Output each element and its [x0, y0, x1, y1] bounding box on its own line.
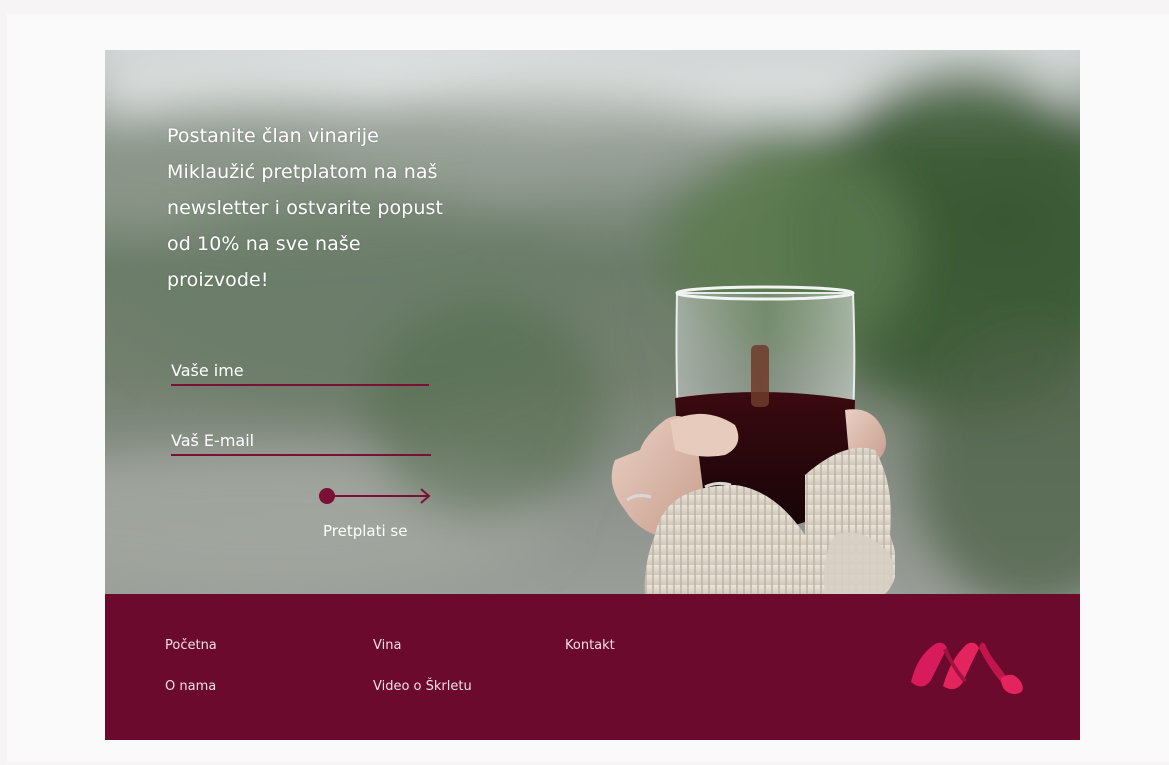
footer-link-video[interactable]: Video o Škrletu	[373, 679, 472, 694]
email-field[interactable]	[171, 410, 431, 456]
name-field[interactable]	[171, 340, 429, 386]
subscribe-button[interactable]: Pretplati se	[317, 484, 437, 552]
newsletter-card: Postanite član vinarije Miklaužić pretpl…	[105, 50, 1080, 740]
arrow-right-icon	[319, 488, 431, 504]
newsletter-headline: Postanite član vinarije Miklaužić pretpl…	[167, 125, 444, 291]
site-footer: Početna O nama Vina Video o Škrletu Kont…	[105, 594, 1080, 740]
footer-link-kontakt[interactable]: Kontakt	[565, 638, 615, 653]
brand-logo-icon[interactable]	[909, 634, 1039, 696]
footer-link-vina[interactable]: Vina	[373, 638, 401, 653]
email-input[interactable]	[171, 431, 431, 450]
hero-section: Postanite član vinarije Miklaužić pretpl…	[105, 50, 1080, 594]
footer-link-pocetna[interactable]: Početna	[165, 638, 217, 653]
wine-glass-photo	[611, 285, 895, 594]
subscribe-label: Pretplati se	[323, 522, 408, 540]
name-input[interactable]	[171, 361, 429, 380]
footer-link-o-nama[interactable]: O nama	[165, 679, 216, 694]
